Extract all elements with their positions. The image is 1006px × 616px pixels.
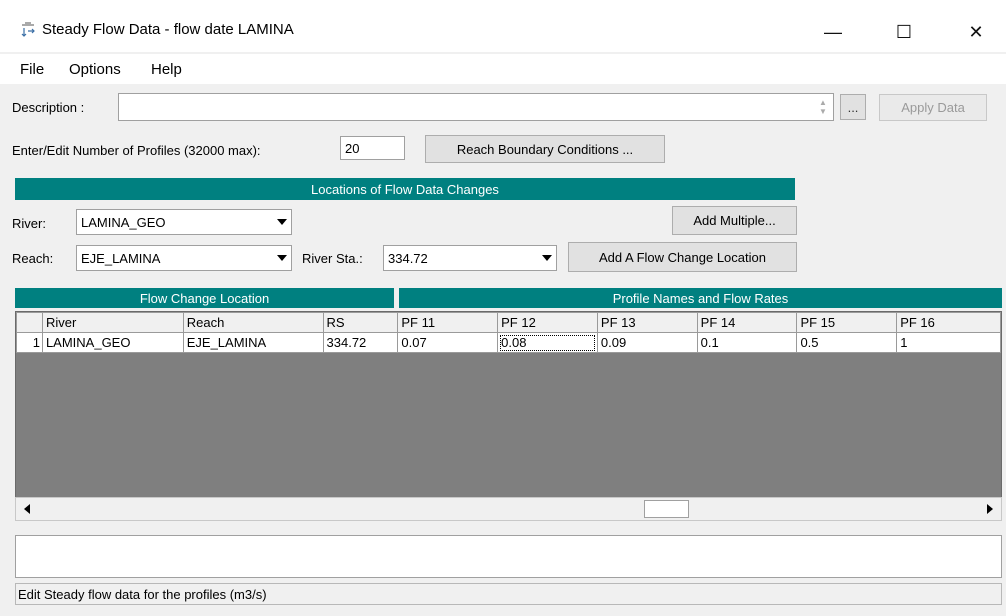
column-header-pf11[interactable]: PF 11 <box>397 312 499 333</box>
table-header-row: River Reach RS PF 11 PF 12 PF 13 PF 14 P… <box>16 312 1001 333</box>
river-dropdown-value: LAMINA_GEO <box>81 214 166 230</box>
profiles-label: Enter/Edit Number of Profiles (32000 max… <box>12 143 261 158</box>
chevron-down-icon[interactable] <box>537 246 556 270</box>
menu-options[interactable]: Options <box>69 61 121 78</box>
flow-change-location-header: Flow Change Location <box>15 288 394 308</box>
column-header-rs[interactable]: RS <box>322 312 399 333</box>
chevron-down-icon[interactable] <box>272 246 291 270</box>
add-flow-change-location-button[interactable]: Add A Flow Change Location <box>568 242 797 272</box>
column-header-pf12[interactable]: PF 12 <box>497 312 598 333</box>
flow-data-icon <box>21 22 35 37</box>
reach-dropdown-value: EJE_LAMINA <box>81 250 161 266</box>
menu-help[interactable]: Help <box>151 61 182 78</box>
reach-boundary-conditions-button[interactable]: Reach Boundary Conditions ... <box>425 135 665 163</box>
minimize-button[interactable]: — <box>810 12 856 52</box>
column-header-pf15[interactable]: PF 15 <box>796 312 898 333</box>
column-header-pf13[interactable]: PF 13 <box>596 312 698 333</box>
window-title: Steady Flow Data - flow date LAMINA <box>42 21 294 38</box>
cell-rs[interactable]: 334.72 <box>322 332 399 353</box>
profile-names-header: Profile Names and Flow Rates <box>399 288 1002 308</box>
scroll-left-icon[interactable] <box>16 498 38 520</box>
cell-pf11[interactable]: 0.07 <box>397 332 499 353</box>
river-label: River: <box>12 216 46 231</box>
reach-dropdown[interactable]: EJE_LAMINA <box>76 245 292 271</box>
message-box <box>15 535 1002 578</box>
cell-reach[interactable]: EJE_LAMINA <box>182 332 324 353</box>
apply-data-button[interactable]: Apply Data <box>879 94 987 121</box>
river-dropdown[interactable]: LAMINA_GEO <box>76 209 292 235</box>
status-bar: Edit Steady flow data for the profiles (… <box>15 583 1002 605</box>
cell-pf14[interactable]: 0.1 <box>696 332 798 353</box>
cell-pf13[interactable]: 0.09 <box>596 332 698 353</box>
river-sta-dropdown-value: 334.72 <box>388 250 428 266</box>
row-number[interactable]: 1 <box>16 332 43 353</box>
scroll-right-icon[interactable] <box>979 498 1001 520</box>
maximize-button[interactable]: ☐ <box>881 12 927 52</box>
spin-updown-icon[interactable]: ▲ ▼ <box>816 96 830 118</box>
column-header-river[interactable]: River <box>41 312 184 333</box>
profiles-count-field[interactable]: 20 <box>340 136 405 160</box>
flow-data-grid[interactable]: River Reach RS PF 11 PF 12 PF 13 PF 14 P… <box>15 311 1002 521</box>
scroll-thumb[interactable] <box>644 500 689 518</box>
river-sta-dropdown[interactable]: 334.72 <box>383 245 557 271</box>
column-header-pf14[interactable]: PF 14 <box>696 312 798 333</box>
locations-header: Locations of Flow Data Changes <box>15 178 795 200</box>
cell-river[interactable]: LAMINA_GEO <box>41 332 184 353</box>
close-button[interactable]: ✕ <box>953 12 999 52</box>
reach-label: Reach: <box>12 251 54 266</box>
cell-pf16[interactable]: 1 <box>896 332 1001 353</box>
horizontal-scrollbar[interactable] <box>15 497 1002 521</box>
column-header-reach[interactable]: Reach <box>182 312 324 333</box>
add-multiple-button[interactable]: Add Multiple... <box>672 206 797 235</box>
description-field[interactable] <box>118 93 834 121</box>
chevron-down-icon[interactable] <box>272 210 291 234</box>
river-sta-label: River Sta.: <box>302 251 363 266</box>
description-label: Description : <box>12 100 85 115</box>
table-row: 1 LAMINA_GEO EJE_LAMINA 334.72 0.07 0.08… <box>16 332 1001 353</box>
flow-data-table: River Reach RS PF 11 PF 12 PF 13 PF 14 P… <box>16 312 1001 353</box>
corner-cell <box>16 312 43 333</box>
description-ellipsis-button[interactable]: ... <box>840 94 866 120</box>
column-header-pf16[interactable]: PF 16 <box>896 312 1001 333</box>
menu-file[interactable]: File <box>20 61 44 78</box>
cell-pf12[interactable]: 0.08 <box>497 332 598 353</box>
cell-pf15[interactable]: 0.5 <box>796 332 898 353</box>
